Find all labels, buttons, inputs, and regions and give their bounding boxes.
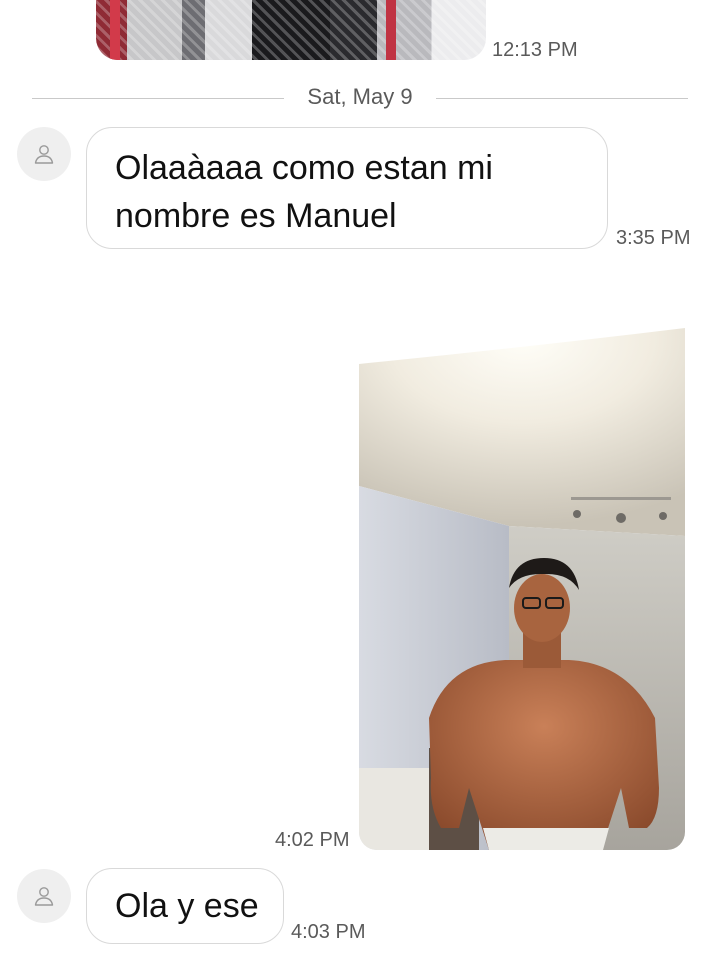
message-timestamp: 4:02 PM xyxy=(275,829,350,851)
photo-image xyxy=(359,268,685,850)
message-text: Ola y ese xyxy=(115,887,259,925)
person-icon xyxy=(34,145,54,164)
contact-avatar[interactable] xyxy=(17,127,71,181)
incoming-message-bubble[interactable]: Ola y ese xyxy=(86,868,284,944)
message-timestamp: 4:03 PM xyxy=(291,921,366,943)
incoming-message-bubble[interactable]: Olaaàaaa como estan mi nombre es Manuel xyxy=(86,127,608,249)
message-text-line: Olaaàaaa como estan mi xyxy=(115,149,493,187)
message-timestamp: 12:13 PM xyxy=(492,39,578,61)
date-divider: Sat, May 9 xyxy=(32,84,688,114)
contact-avatar[interactable] xyxy=(17,869,71,923)
photo-detail xyxy=(386,0,396,60)
photo-message[interactable] xyxy=(359,268,685,850)
conversation-screen: 12:13 PM Sat, May 9 Olaaàaaa como estan … xyxy=(0,0,720,956)
person-icon xyxy=(34,887,54,906)
photo-detail xyxy=(110,0,120,60)
message-timestamp: 3:35 PM xyxy=(616,227,691,249)
date-label: Sat, May 9 xyxy=(307,84,413,109)
previous-photo-message[interactable] xyxy=(96,0,486,60)
divider-line xyxy=(436,98,688,99)
message-text-line: nombre es Manuel xyxy=(115,197,397,235)
